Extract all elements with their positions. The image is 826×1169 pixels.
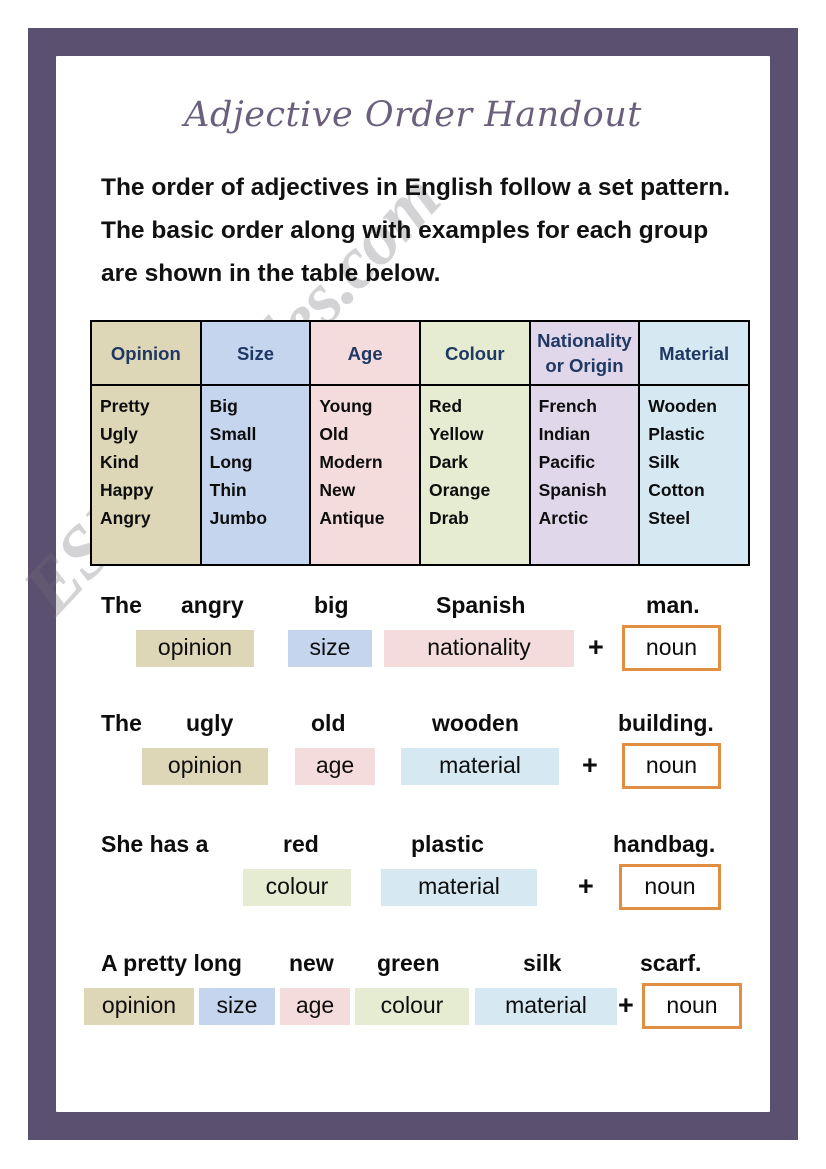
adjective-item: Young xyxy=(319,396,373,416)
example-sentence-row: The ugly old wooden building. opinion age mater… xyxy=(0,710,826,828)
word-list-colour: Red Yellow Dark Orange Drab xyxy=(429,392,529,532)
adjective-category-tag: opinion xyxy=(142,748,268,785)
adjective-order-table: Opinion Size Age Colour Nationality or O… xyxy=(90,320,750,566)
sentence-word: man. xyxy=(646,592,700,618)
adjective-item: Happy xyxy=(100,480,154,500)
adjective-item: Pacific xyxy=(538,452,596,472)
adjective-category-tag: age xyxy=(280,988,350,1025)
sentence-word: building. xyxy=(618,710,714,736)
adjective-item: Arctic xyxy=(538,508,589,528)
adjective-item: Steel xyxy=(648,508,691,528)
noun-box: noun xyxy=(622,625,721,671)
adjective-item: Angry xyxy=(100,508,151,528)
example-sentence-row: A pretty long new green silk scarf. opinion si… xyxy=(0,950,826,1068)
sentence-word: new xyxy=(289,950,334,976)
column-cell-material: Wooden Plastic Silk Cotton Steel xyxy=(638,384,750,566)
sentence-word: wooden xyxy=(432,710,519,736)
adjective-category-tag: size xyxy=(199,988,275,1025)
adjective-item: Drab xyxy=(428,508,469,528)
word-list-size: Big Small Long Thin Jumbo xyxy=(210,392,310,532)
adjective-item: Yellow xyxy=(428,424,484,444)
column-header-nationality: Nationality or Origin xyxy=(528,320,641,386)
sentence-word: The xyxy=(101,710,142,736)
adjective-category-tag: nationality xyxy=(384,630,574,667)
column-header-colour: Colour xyxy=(418,320,531,386)
noun-box: noun xyxy=(619,864,721,910)
adjective-category-tag: material xyxy=(475,988,617,1025)
column-cell-nationality: French Indian Pacific Spanish Arctic xyxy=(528,384,641,566)
sentence-word: The xyxy=(101,592,142,618)
table-header-row: Opinion Size Age Colour Nationality or O… xyxy=(90,320,750,386)
sentence-word: angry xyxy=(181,592,244,618)
adjective-item: Small xyxy=(209,424,257,444)
adjective-category-tag: opinion xyxy=(84,988,194,1025)
sentence-word: A pretty long xyxy=(101,950,242,976)
example-sentence-row: The angry big Spanish man. opinion size nationa… xyxy=(0,592,826,710)
sentence-word: Spanish xyxy=(436,592,526,618)
noun-box: noun xyxy=(642,983,742,1029)
adjective-item: Big xyxy=(209,396,238,416)
sentence-word: red xyxy=(283,831,319,857)
column-header-age: Age xyxy=(309,320,421,386)
adjective-category-tag: colour xyxy=(355,988,469,1025)
worksheet-page: ESLprintables.com Adjective Order Handou… xyxy=(0,0,826,1169)
adjective-item: French xyxy=(538,396,597,416)
adjective-item: Antique xyxy=(319,508,385,528)
column-header-size: Size xyxy=(199,320,312,386)
adjective-item: Long xyxy=(209,452,253,472)
adjective-category-tag: size xyxy=(288,630,372,667)
sentence-word: She has a xyxy=(101,831,209,857)
column-cell-colour: Red Yellow Dark Orange Drab xyxy=(418,384,531,566)
table-body-row: Pretty Ugly Kind Happy Angry Big Small Long Thi… xyxy=(90,384,750,566)
noun-box: noun xyxy=(622,743,721,789)
adjective-item: Plastic xyxy=(648,424,705,444)
word-list-material: Wooden Plastic Silk Cotton Steel xyxy=(648,392,748,532)
plus-sign: + xyxy=(582,750,598,780)
adjective-category-tag: opinion xyxy=(136,630,254,667)
word-list-age: Young Old Modern New Antique xyxy=(319,392,419,532)
adjective-item: Thin xyxy=(209,480,247,500)
adjective-category-tag: material xyxy=(381,869,537,906)
intro-paragraph: The order of adjectives in English follo… xyxy=(101,174,730,287)
adjective-item: Wooden xyxy=(648,396,717,416)
plus-sign: + xyxy=(578,871,594,901)
adjective-item: Indian xyxy=(538,424,591,444)
column-cell-age: Young Old Modern New Antique xyxy=(309,384,421,566)
adjective-item: Kind xyxy=(100,452,139,472)
adjective-item: Jumbo xyxy=(209,508,268,528)
adjective-item: Old xyxy=(319,424,349,444)
sentence-word: old xyxy=(311,710,346,736)
adjective-item: Spanish xyxy=(538,480,607,500)
adjective-item: Orange xyxy=(428,480,491,500)
word-list-nationality: French Indian Pacific Spanish Arctic xyxy=(539,392,639,532)
example-sentence-row: She has a red plastic handbag. colour materia… xyxy=(0,831,826,949)
adjective-category-tag: material xyxy=(401,748,559,785)
adjective-item: Cotton xyxy=(648,480,705,500)
plus-sign: + xyxy=(588,632,604,662)
sentence-word: big xyxy=(314,592,349,618)
sentence-word: silk xyxy=(523,950,562,976)
sentence-word: ugly xyxy=(186,710,234,736)
sentence-word: handbag. xyxy=(613,831,716,857)
sentence-word: scarf. xyxy=(640,950,702,976)
adjective-item: Red xyxy=(428,396,463,416)
adjective-category-tag: colour xyxy=(243,869,351,906)
plus-sign: + xyxy=(618,990,634,1020)
page-title: Adjective Order Handout xyxy=(184,95,642,135)
column-header-opinion: Opinion xyxy=(90,320,202,386)
adjective-item: Ugly xyxy=(100,424,138,444)
column-header-material: Material xyxy=(638,320,750,386)
adjective-item: Modern xyxy=(319,452,383,472)
sentence-word: green xyxy=(377,950,440,976)
column-cell-size: Big Small Long Thin Jumbo xyxy=(199,384,312,566)
sentence-word: plastic xyxy=(411,831,484,857)
adjective-item: New xyxy=(319,480,356,500)
adjective-category-tag: age xyxy=(295,748,375,785)
adjective-item: Silk xyxy=(648,452,680,472)
column-cell-opinion: Pretty Ugly Kind Happy Angry xyxy=(90,384,202,566)
word-list-opinion: Pretty Ugly Kind Happy Angry xyxy=(100,392,200,532)
adjective-item: Pretty xyxy=(100,396,150,416)
adjective-item: Dark xyxy=(428,452,468,472)
